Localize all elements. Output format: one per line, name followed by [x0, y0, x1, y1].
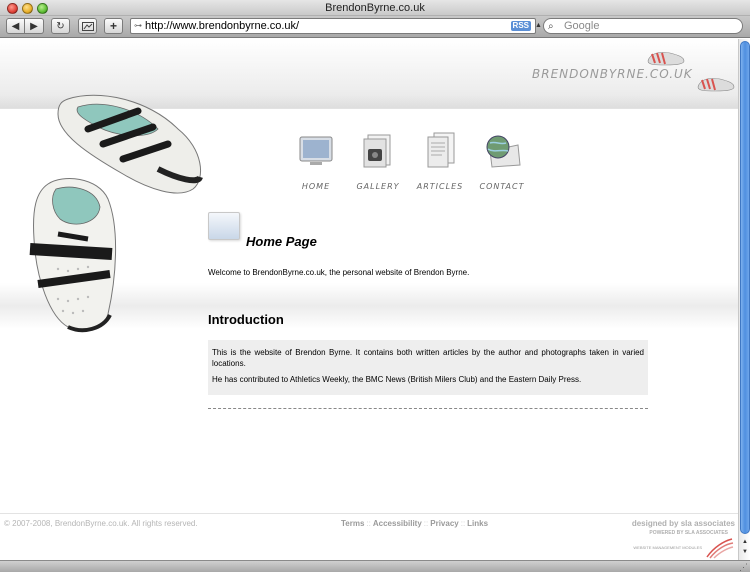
footer-link-links[interactable]: Links: [467, 519, 488, 528]
site-logo[interactable]: BRENDONBYRNE.CO.UK: [532, 67, 693, 81]
footer-separator: ::: [366, 519, 371, 528]
browser-toolbar: ◀ ▶ ↻ + ⊶ http://www.brendonbyrne.co.uk/…: [0, 16, 750, 38]
web-page: BRENDONBYRNE.CO.UK Home: [0, 39, 738, 560]
intro-box: This is the website of Brendon Byrne. It…: [208, 340, 648, 395]
back-button[interactable]: ◀: [6, 18, 25, 34]
welcome-text: Welcome to BrendonByrne.co.uk, the perso…: [208, 268, 470, 277]
rss-button[interactable]: RSS: [510, 21, 531, 31]
scroll-thumb[interactable]: [740, 41, 750, 534]
footer-links: Terms:: Accessibility:: Privacy:: Links: [341, 519, 488, 528]
window-titlebar: BrendonByrne.co.uk: [0, 0, 750, 16]
nav-gallery[interactable]: Gallery: [348, 131, 408, 191]
address-url: http://www.brendonbyrne.co.uk/: [145, 20, 300, 32]
logo-shoe-icon: [647, 51, 685, 66]
status-bar: ⋰: [0, 560, 750, 572]
photo-gallery-icon: [363, 134, 391, 168]
search-placeholder: Google: [564, 20, 600, 32]
nav-contact-label: Contact: [479, 182, 525, 191]
snapback-icon: [81, 21, 94, 31]
forward-arrow-icon: ▶: [30, 20, 38, 32]
nav-articles[interactable]: Articles: [410, 131, 470, 191]
reload-button[interactable]: ↻: [51, 18, 70, 34]
scroll-up-arrow-icon[interactable]: ▲: [740, 537, 750, 547]
favicon-icon: ⊶: [134, 21, 142, 30]
nav-home[interactable]: Home: [286, 131, 346, 191]
documents-icon: [427, 132, 455, 168]
reload-icon: ↻: [56, 20, 65, 32]
page-monitor-icon: [208, 212, 240, 240]
vertical-scrollbar[interactable]: ▲ ▼: [738, 39, 750, 560]
footer-link-privacy[interactable]: Privacy: [430, 519, 458, 528]
back-arrow-icon: ◀: [11, 20, 20, 32]
search-input[interactable]: ⌕ Google: [543, 18, 743, 34]
intro-paragraph: He has contributed to Athletics Weekly, …: [212, 375, 582, 384]
logo-shoe-icon: [697, 77, 735, 92]
sla-badge-text: WEBSITE MANAGEMENT MODULES: [633, 545, 702, 550]
monitor-icon: [299, 136, 333, 165]
add-bookmark-button[interactable]: +: [104, 18, 123, 34]
copyright-text: © 2007-2008, BrendonByrne.co.uk. All rig…: [4, 519, 198, 528]
globe-envelope-icon: [486, 135, 521, 168]
window-title: BrendonByrne.co.uk: [325, 2, 425, 14]
intro-paragraph: This is the website of Brendon Byrne. It…: [212, 348, 644, 368]
address-bar[interactable]: ⊶ http://www.brendonbyrne.co.uk/ RSS: [130, 18, 536, 34]
nav-home-label: Home: [301, 182, 331, 191]
footer-separator: ::: [423, 519, 429, 528]
search-icon: ⌕: [548, 21, 554, 32]
scroll-down-arrow-icon[interactable]: ▼: [740, 547, 750, 557]
footer-divider: [0, 513, 738, 514]
nav-contact[interactable]: Contact: [472, 131, 532, 191]
plus-icon: +: [109, 19, 117, 33]
resize-grip-icon[interactable]: ⋰: [739, 562, 748, 572]
snapback-button[interactable]: [78, 18, 97, 34]
footer-link-accessibility[interactable]: Accessibility: [373, 519, 422, 528]
forward-button[interactable]: ▶: [25, 18, 44, 34]
running-shoes-image: [29, 94, 203, 333]
nav-gallery-label: Gallery: [356, 182, 400, 191]
nav-articles-label: Articles: [416, 182, 464, 191]
intro-heading: Introduction: [208, 312, 284, 327]
footer-link-terms[interactable]: Terms: [341, 519, 364, 528]
footer-separator: ::: [460, 519, 466, 528]
designed-by-link[interactable]: designed by sla associates: [632, 519, 735, 528]
address-dropdown-icon[interactable]: ▲: [535, 22, 542, 29]
page-title: Home Page: [246, 234, 317, 249]
divider: [208, 408, 648, 409]
